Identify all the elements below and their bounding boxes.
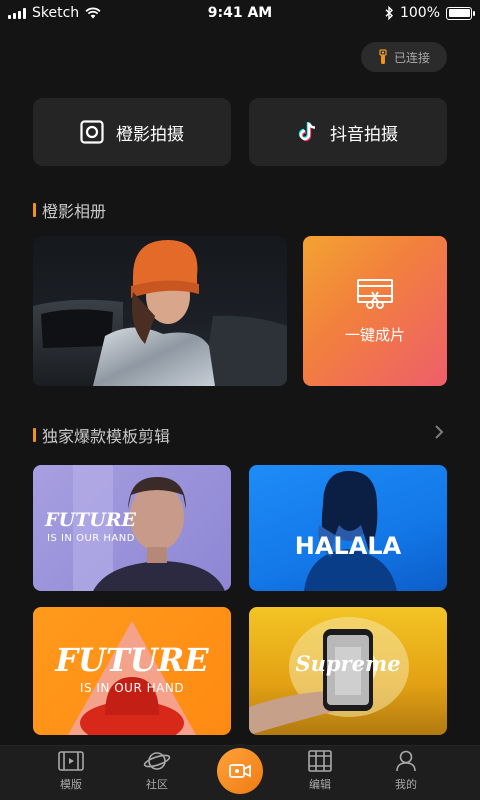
battery-percent: 100%	[399, 5, 440, 21]
record-video-icon	[229, 764, 251, 778]
orange-shoot-label: 橙影拍摄	[116, 124, 184, 145]
template-card-halala[interactable]: HALALA	[249, 465, 447, 591]
video-edit-icon	[357, 278, 393, 309]
tab-profile[interactable]: 我的	[376, 750, 436, 792]
template-card-future-2[interactable]: FUTURE IS IN OUR HAND	[33, 607, 231, 735]
connection-label: 已连接	[393, 50, 430, 65]
tab-label: 我的	[395, 778, 417, 791]
album-photo[interactable]	[33, 236, 287, 386]
template-icon	[58, 751, 84, 771]
gimbal-icon	[379, 49, 387, 64]
album-photo-image	[33, 240, 287, 386]
template-subtitle: IS IN OUR HAND	[47, 533, 135, 544]
tab-label: 模版	[60, 778, 82, 791]
one-click-label: 一键成片	[344, 325, 405, 344]
template-title: Supreme	[295, 651, 401, 676]
tiktok-icon	[298, 122, 316, 142]
template-card-image	[304, 471, 397, 591]
status-bar: Sketch 9:41 AM 100%	[0, 0, 480, 28]
bluetooth-icon	[385, 6, 393, 20]
status-right: 100%	[385, 5, 475, 21]
section-marker	[33, 203, 36, 217]
template-card-supreme[interactable]: Supreme	[249, 607, 447, 735]
tab-label: 编辑	[309, 778, 331, 791]
templates-section-title: 独家爆款模板剪辑	[42, 427, 171, 446]
instagram-icon	[80, 120, 104, 144]
album-section-title: 橙影相册	[42, 202, 107, 221]
template-card-future-1[interactable]: FUTURE IS IN OUR HAND	[33, 465, 231, 591]
user-icon	[396, 750, 416, 772]
connection-status-chip[interactable]: 已连接	[361, 42, 447, 72]
template-title: HALALA	[294, 532, 402, 560]
one-click-video-button[interactable]: 一键成片	[303, 236, 447, 386]
record-video-button[interactable]	[217, 748, 263, 794]
album-section-header: 橙影相册	[33, 198, 106, 222]
orange-shoot-button[interactable]: 橙影拍摄	[33, 98, 231, 166]
battery-fill	[448, 9, 470, 17]
tab-label: 社区	[146, 778, 168, 791]
chevron-right-icon[interactable]	[434, 424, 444, 440]
douyin-shoot-label: 抖音拍摄	[330, 124, 398, 145]
douyin-shoot-button[interactable]: 抖音拍摄	[249, 98, 447, 166]
tab-templates[interactable]: 模版	[41, 750, 101, 792]
tab-community[interactable]: 社区	[127, 750, 187, 792]
tab-edit[interactable]: 编辑	[290, 750, 350, 792]
templates-section-header: 独家爆款模板剪辑	[33, 423, 170, 447]
template-subtitle: IS IN OUR HAND	[79, 681, 185, 695]
template-title: FUTURE	[45, 509, 137, 531]
planet-icon	[143, 752, 171, 770]
film-edit-icon	[308, 750, 332, 772]
battery-icon	[446, 6, 475, 20]
section-marker	[33, 428, 36, 442]
template-title: FUTURE	[55, 641, 209, 679]
